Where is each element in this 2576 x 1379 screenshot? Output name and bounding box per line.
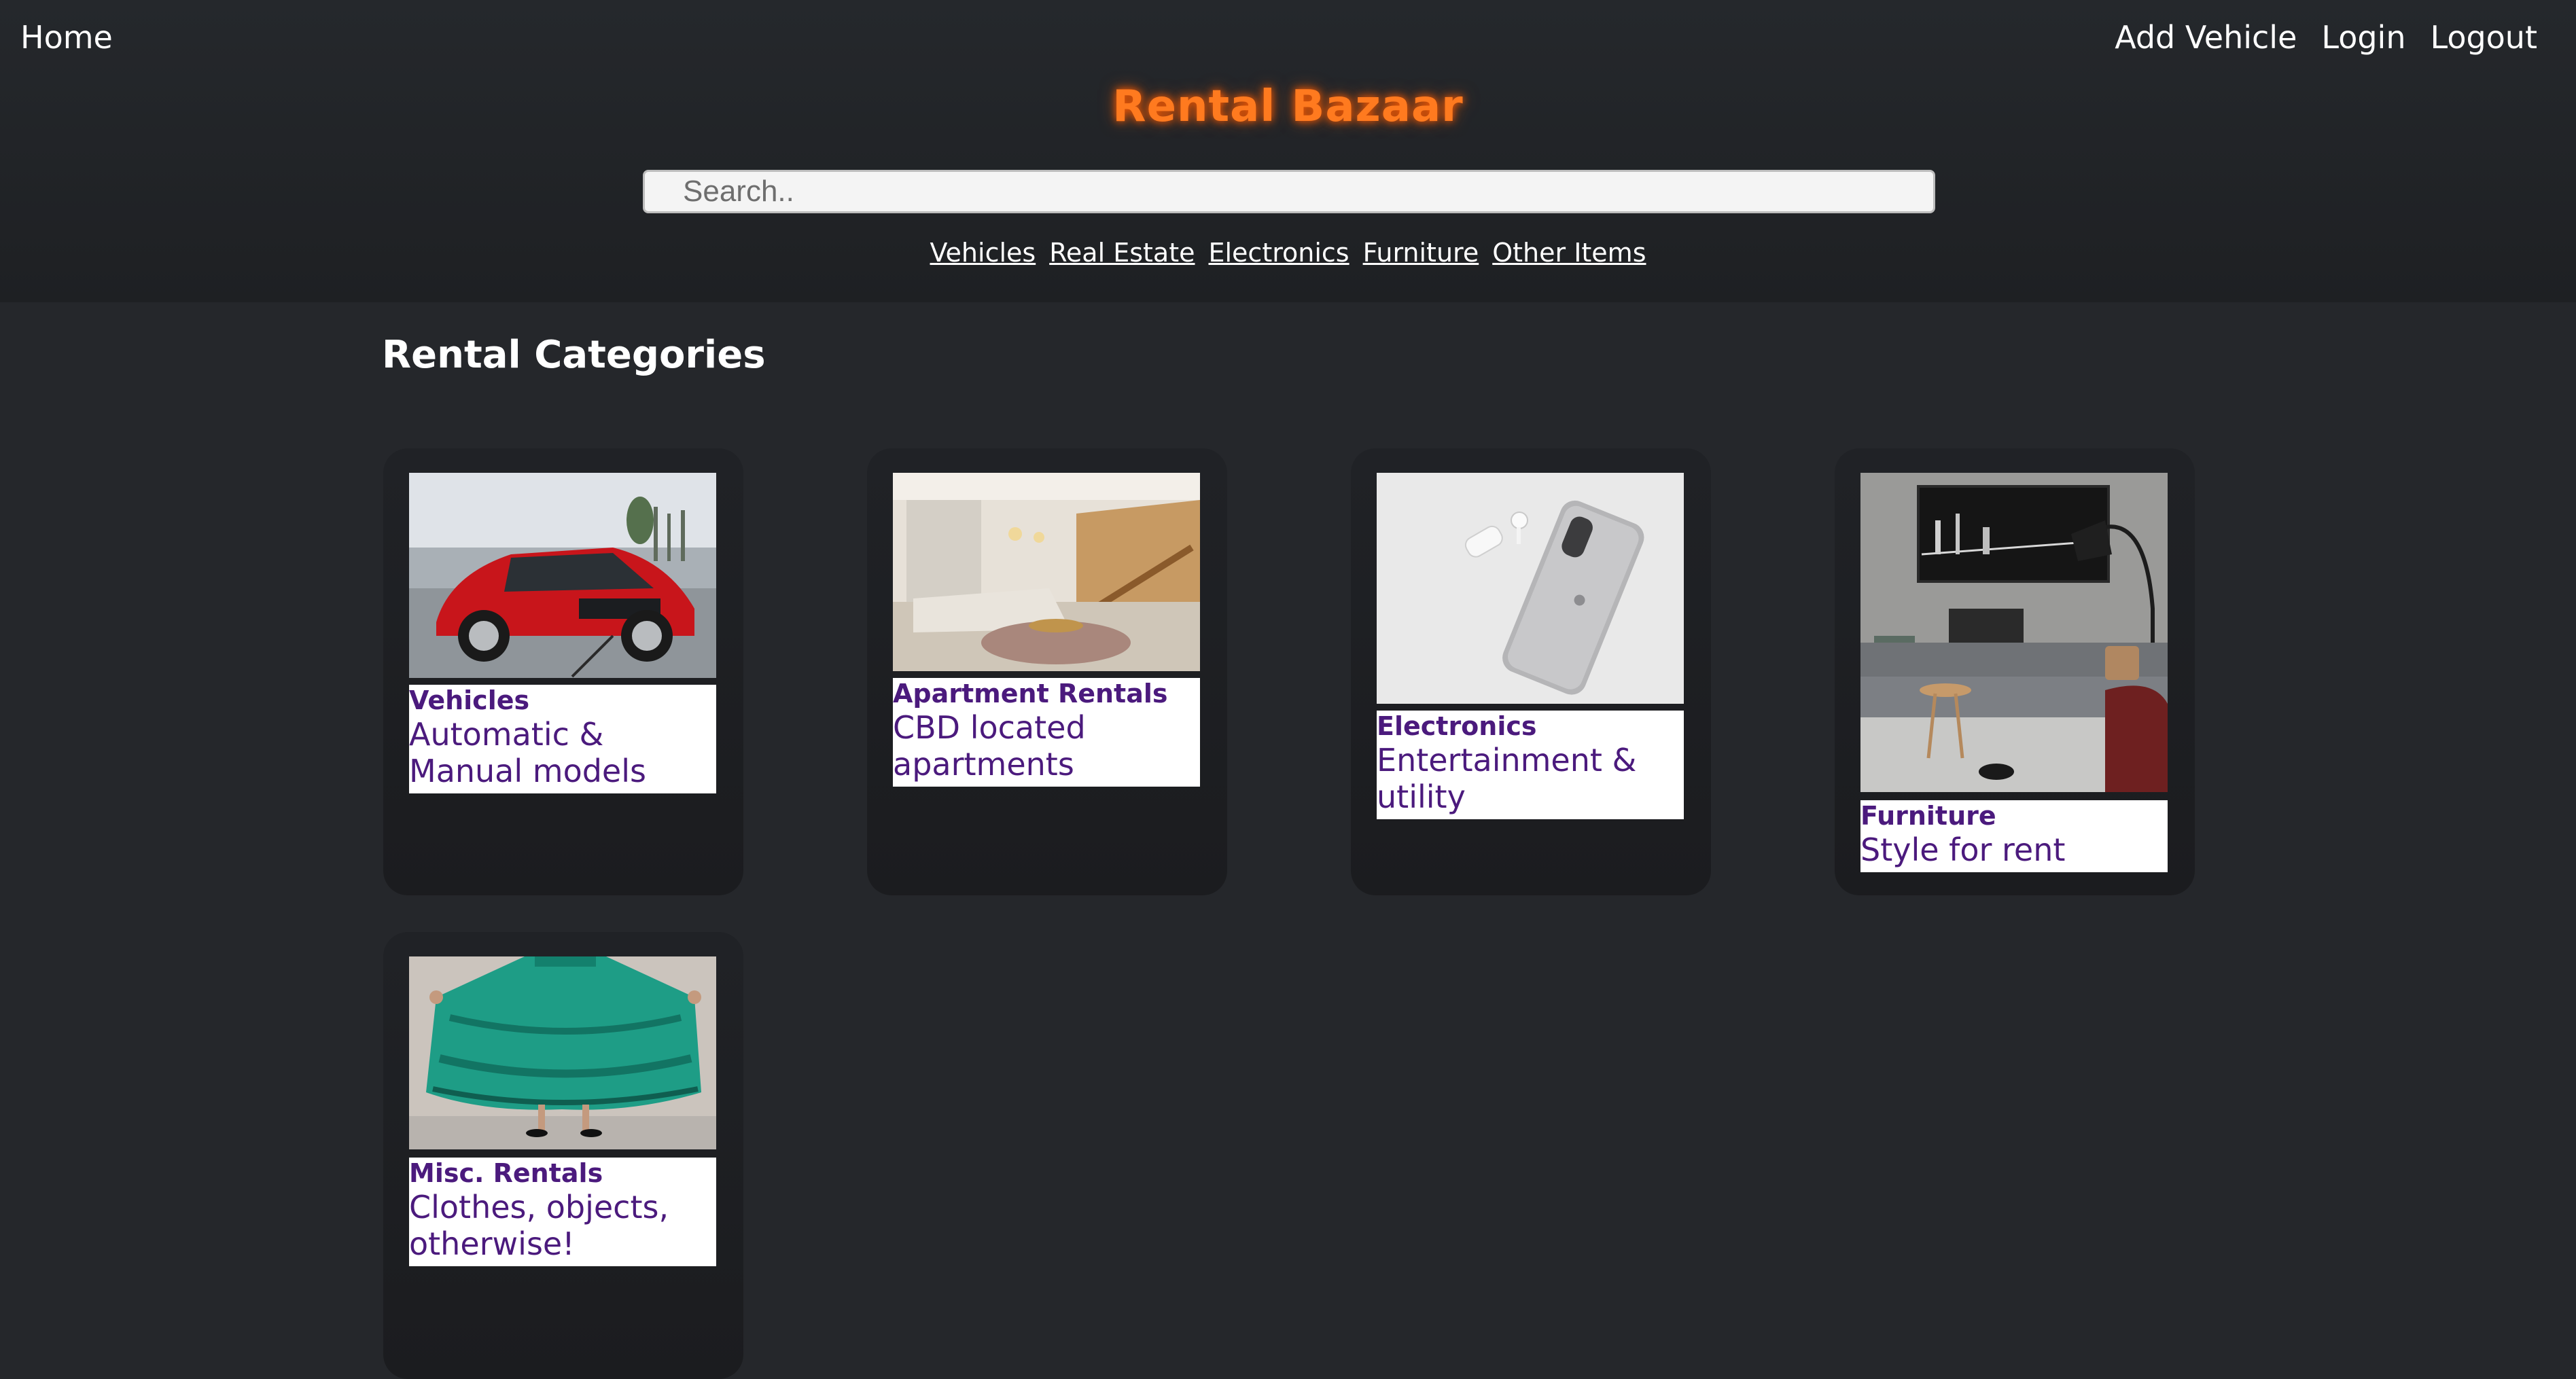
nav-home-link[interactable]: Home — [20, 19, 113, 56]
card-desc: Entertainment & utility — [1377, 742, 1637, 815]
nav-add-vehicle-link[interactable]: Add Vehicle — [2115, 19, 2297, 56]
category-card-misc-rentals[interactable]: Misc. Rentals Clothes, objects, otherwis… — [383, 932, 743, 1379]
nav-logout-link[interactable]: Logout — [2431, 19, 2538, 56]
category-card-apartment-rentals[interactable]: Apartment Rentals CBD located apartments — [867, 448, 1227, 895]
card-desc: CBD located apartments — [893, 709, 1086, 783]
card-info: Vehicles Automatic & Manual models — [409, 685, 716, 793]
category-card-electronics[interactable]: Electronics Entertainment & utility — [1351, 448, 1711, 895]
red-car-image — [409, 473, 716, 678]
card-name: Vehicles — [409, 685, 530, 715]
card-name: Furniture — [1860, 801, 1996, 831]
card-desc: Automatic & Manual models — [409, 716, 646, 789]
living-room-image — [893, 473, 1200, 671]
search-input[interactable] — [643, 170, 1935, 213]
card-info: Apartment Rentals CBD located apartments — [893, 678, 1200, 787]
nav-login-link[interactable]: Login — [2321, 19, 2405, 56]
card-desc: Style for rent — [1860, 831, 2066, 868]
card-info: Electronics Entertainment & utility — [1377, 711, 1684, 819]
card-name: Apartment Rentals — [893, 679, 1168, 709]
sofa-room-image — [1860, 473, 2168, 792]
category-links: Vehicles Real Estate Electronics Furnitu… — [0, 238, 2576, 268]
card-name: Misc. Rentals — [409, 1158, 603, 1188]
card-name: Electronics — [1377, 711, 1537, 741]
header: Home Add Vehicle Login Logout Rental Baz… — [0, 0, 2576, 302]
card-desc: Clothes, objects, otherwise! — [409, 1189, 669, 1262]
page-title: Rental Categories — [382, 333, 766, 377]
category-card-furniture[interactable]: Furniture Style for rent — [1835, 448, 2195, 895]
card-info: Furniture Style for rent — [1860, 800, 2168, 872]
category-card-vehicles[interactable]: Vehicles Automatic & Manual models — [383, 448, 743, 895]
phone-earbuds-image — [1377, 473, 1684, 704]
green-dress-image — [409, 956, 716, 1149]
category-link-vehicles[interactable]: Vehicles — [930, 238, 1036, 268]
category-link-furniture[interactable]: Furniture — [1363, 238, 1479, 268]
category-link-electronics[interactable]: Electronics — [1208, 238, 1349, 268]
category-link-other-items[interactable]: Other Items — [1492, 238, 1646, 268]
nav-right: Add Vehicle Login Logout — [2115, 19, 2537, 56]
site-title: Rental Bazaar — [1112, 82, 1464, 132]
card-info: Misc. Rentals Clothes, objects, otherwis… — [409, 1158, 716, 1266]
category-link-real-estate[interactable]: Real Estate — [1049, 238, 1195, 268]
